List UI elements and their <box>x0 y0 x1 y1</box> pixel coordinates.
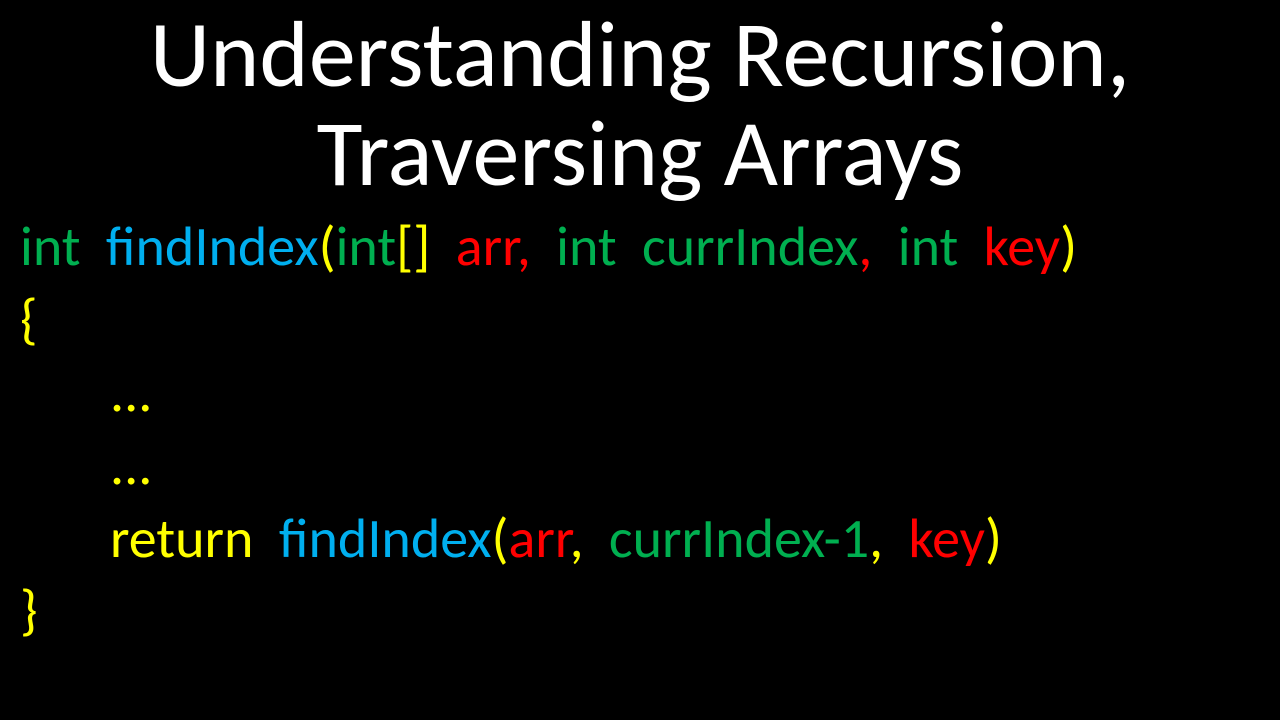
token-open-paren: ( <box>492 505 509 573</box>
code-line-ellipsis-2: ... <box>20 430 1280 503</box>
token-open-brace: { <box>20 286 38 354</box>
token-close-paren: ) <box>1060 213 1077 281</box>
token-close-brace: } <box>20 577 38 645</box>
token-brackets: [] <box>396 213 430 281</box>
token-close-paren: ) <box>985 505 1002 573</box>
token-key: key <box>908 505 985 573</box>
token-int: int <box>898 213 959 281</box>
token-int: int <box>336 213 397 281</box>
token-ellipsis: ... <box>20 357 152 430</box>
token-int: int <box>556 213 617 281</box>
code-line-ellipsis-1: ... <box>20 357 1280 430</box>
token-func: findIndex <box>106 213 319 281</box>
token-arr: arr <box>509 505 570 573</box>
token-currindex: currIndex <box>642 213 858 281</box>
token-int: int <box>20 213 81 281</box>
code-line-signature: int findIndex(int[] arr, int currIndex, … <box>20 211 1280 284</box>
code-line-return: return findIndex(arr, currIndex-1, key) <box>20 503 1280 576</box>
token-comma: , <box>858 213 872 281</box>
token-comma: , <box>517 213 531 281</box>
token-comma: , <box>570 505 584 573</box>
token-comma: , <box>869 505 883 573</box>
title-line-2: Traversing Arrays <box>0 105 1280 204</box>
slide-title: Understanding Recursion, Traversing Arra… <box>0 0 1280 203</box>
token-return: return <box>110 505 253 573</box>
token-open-paren: ( <box>319 213 336 281</box>
token-arr: arr <box>456 213 517 281</box>
title-line-1: Understanding Recursion, <box>0 6 1280 105</box>
token-func: findIndex <box>279 505 492 573</box>
code-line-close-brace: } <box>20 575 1280 648</box>
code-line-open-brace: { <box>20 284 1280 357</box>
token-ellipsis: ... <box>20 430 152 503</box>
code-block: int findIndex(int[] arr, int currIndex, … <box>0 211 1280 648</box>
token-key: key <box>984 213 1061 281</box>
token-currindex: currIndex-1 <box>609 505 869 573</box>
